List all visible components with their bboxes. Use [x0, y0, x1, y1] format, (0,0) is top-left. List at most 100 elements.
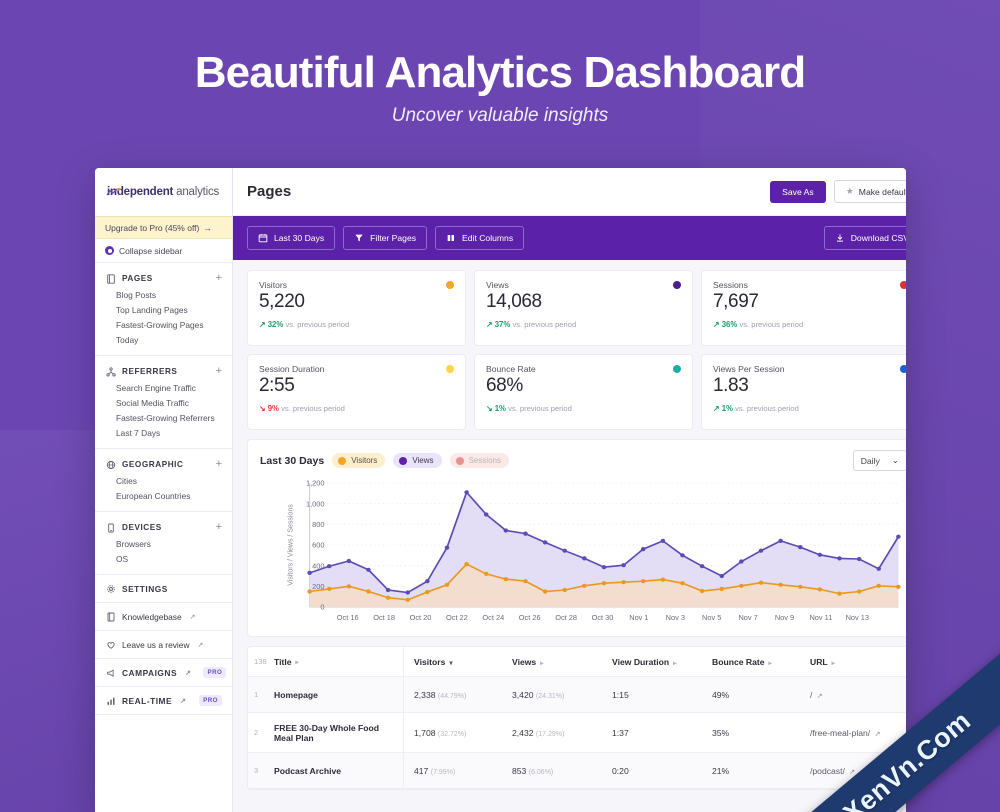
svg-text:Oct 28: Oct 28	[555, 613, 577, 622]
star-icon: ★	[845, 186, 854, 196]
table-row[interactable]: 3 Podcast Archive 417 (7.99%) 853 (6.06%…	[248, 753, 906, 789]
plus-icon[interactable]: +	[216, 459, 222, 470]
row-bounce-rate: 35%	[712, 727, 730, 738]
stat-card-session-duration: Session Duration 2:55 ↘ 9% vs. previous …	[247, 354, 466, 430]
stat-value: 68%	[486, 375, 523, 396]
sidebar-item-fastest-growing-pages[interactable]: Fastest-Growing Pages	[95, 317, 232, 332]
sidebar-item-browsers[interactable]: Browsers	[95, 536, 232, 551]
content-area: Visitors 5,220 ↗ 32% vs. previous period…	[233, 260, 906, 812]
sidebar-item-referrers[interactable]: REFERRERS +	[95, 363, 232, 380]
row-url[interactable]: / ↗	[800, 690, 898, 700]
hero-subtitle: Uncover valuable insights	[391, 105, 609, 126]
column-header-pa[interactable]: Pa	[898, 657, 906, 667]
svg-text:Oct 26: Oct 26	[519, 613, 541, 622]
sparkline-icon	[106, 188, 121, 196]
sidebar-item-os[interactable]: OS	[95, 551, 232, 566]
sidebar-item-real-time[interactable]: REAL-TIME ↗ PRO	[95, 687, 232, 715]
make-default-button[interactable]: ★ Make default	[833, 180, 906, 203]
sidebar-item-today[interactable]: Today	[95, 332, 232, 347]
sidebar-item-european-countries[interactable]: European Countries	[95, 488, 232, 503]
sort-caret-icon: ▸	[831, 659, 835, 667]
real-time-label: REAL-TIME	[122, 695, 173, 706]
row-pa	[898, 687, 906, 702]
svg-text:Oct 20: Oct 20	[410, 613, 432, 622]
sidebar-item-geographic[interactable]: GEOGRAPHIC +	[95, 456, 232, 473]
stat-value: 5,220	[259, 291, 305, 312]
collapse-sidebar-button[interactable]: Collapse sidebar	[95, 239, 232, 263]
stat-delta-value: ↘ 1%	[486, 404, 506, 413]
external-link-icon: ↗	[185, 669, 192, 677]
app-logo[interactable]: independent analytics	[95, 168, 232, 216]
stat-color-dot	[673, 365, 681, 373]
sidebar-item-devices[interactable]: DEVICES +	[95, 519, 232, 536]
row-title[interactable]: FREE 30-Day Whole Food Meal Plan	[274, 713, 404, 752]
stat-color-dot	[446, 281, 454, 289]
row-visitors: 2,338 (44.79%)	[414, 689, 467, 700]
download-csv-button[interactable]: Download CSV	[823, 226, 906, 250]
upgrade-label: Upgrade to Pro (45% off)	[105, 222, 200, 233]
stat-color-dot	[446, 365, 454, 373]
stat-delta: ↘ 1% vs. previous period	[486, 404, 681, 413]
table-row[interactable]: 2 FREE 30-Day Whole Food Meal Plan 1,708…	[248, 713, 906, 753]
external-link-icon: ↗	[197, 641, 204, 649]
pro-badge: PRO	[199, 695, 222, 706]
chart-title: Last 30 Days	[260, 454, 325, 467]
chart-card: Last 30 Days Visitors Views Sessions Dai…	[247, 439, 906, 637]
interval-select[interactable]: Daily ⌄	[852, 450, 906, 471]
plus-icon[interactable]: +	[216, 273, 222, 284]
svg-text:Nov 1: Nov 1	[629, 613, 648, 622]
logo-light: analytics	[173, 186, 220, 198]
row-title[interactable]: Podcast Archive	[274, 753, 404, 788]
settings-label: SETTINGS	[122, 583, 168, 594]
table-row[interactable]: 1 Homepage 2,338 (44.79%) 3,420 (24.31%)…	[248, 677, 906, 713]
toolbar: Last 30 Days Filter Pages Edit Columns D…	[233, 216, 906, 260]
table-header-row: 138 Title ▸ Visitors ▾ Views ▸ View Duratio…	[248, 647, 906, 677]
date-range-button[interactable]: Last 30 Days	[247, 226, 336, 250]
sidebar-item-top-landing-pages[interactable]: Top Landing Pages	[95, 302, 232, 317]
sidebar-item-cities[interactable]: Cities	[95, 473, 232, 488]
plus-icon[interactable]: +	[216, 366, 222, 377]
filter-icon	[355, 234, 363, 242]
sidebar-item-last-7-days[interactable]: Last 7 Days	[95, 425, 232, 440]
nav-group-devices: DEVICES + Browsers OS	[95, 512, 232, 575]
book-icon	[107, 612, 115, 621]
upgrade-to-pro-banner[interactable]: Upgrade to Pro (45% off) →	[95, 216, 232, 239]
save-as-button[interactable]: Save As	[770, 180, 826, 203]
legend-pill-views[interactable]: Views	[393, 453, 442, 468]
svg-text:Nov 3: Nov 3	[666, 613, 685, 622]
stat-delta-value: ↗ 36%	[713, 320, 738, 329]
column-header-views[interactable]: Views ▸	[502, 657, 602, 667]
row-view-duration: 0:20	[612, 765, 629, 776]
sidebar-item-pages[interactable]: PAGES +	[95, 270, 232, 287]
sidebar-item-search-engine-traffic[interactable]: Search Engine Traffic	[95, 380, 232, 395]
sidebar-item-blog-posts[interactable]: Blog Posts	[95, 287, 232, 302]
sidebar-item-fastest-growing-referrers[interactable]: Fastest-Growing Referrers	[95, 410, 232, 425]
column-header-bounce-rate[interactable]: Bounce Rate ▸	[702, 657, 800, 667]
column-header-title[interactable]: Title ▸	[274, 647, 404, 676]
edit-columns-button[interactable]: Edit Columns	[435, 226, 525, 250]
legend-pill-sessions[interactable]: Sessions	[449, 453, 509, 468]
legend-pill-visitors[interactable]: Visitors	[332, 453, 386, 468]
stat-delta-value: ↗ 32%	[259, 320, 284, 329]
stat-label: Visitors	[259, 280, 288, 290]
megaphone-icon	[107, 668, 114, 677]
sort-caret-icon: ▸	[673, 659, 677, 667]
sidebar-item-social-media-traffic[interactable]: Social Media Traffic	[95, 395, 232, 410]
sidebar-item-campaigns[interactable]: CAMPAIGNS ↗ PRO	[95, 659, 232, 687]
column-header-view-duration[interactable]: View Duration ▸	[602, 657, 702, 667]
svg-text:Nov 7: Nov 7	[738, 613, 757, 622]
plus-icon[interactable]: +	[216, 522, 222, 533]
stat-color-dot	[900, 365, 906, 373]
row-title[interactable]: Homepage	[274, 677, 404, 712]
sidebar-item-settings[interactable]: SETTINGS	[95, 575, 232, 603]
filter-pages-button[interactable]: Filter Pages	[343, 226, 428, 250]
stat-label: Bounce Rate	[486, 364, 536, 374]
svg-text:Nov 5: Nov 5	[702, 613, 721, 622]
column-header-url[interactable]: URL ▸	[800, 657, 898, 667]
row-index: 2	[254, 728, 259, 737]
row-url[interactable]: /free-meal-plan/ ↗	[800, 728, 898, 738]
sidebar-item-leave-review[interactable]: Leave us a review ↗	[95, 631, 232, 659]
sort-caret-icon: ▸	[768, 659, 772, 667]
column-header-visitors[interactable]: Visitors ▾	[404, 657, 502, 667]
sidebar-item-knowledgebase[interactable]: Knowledgebase ↗	[95, 603, 232, 631]
